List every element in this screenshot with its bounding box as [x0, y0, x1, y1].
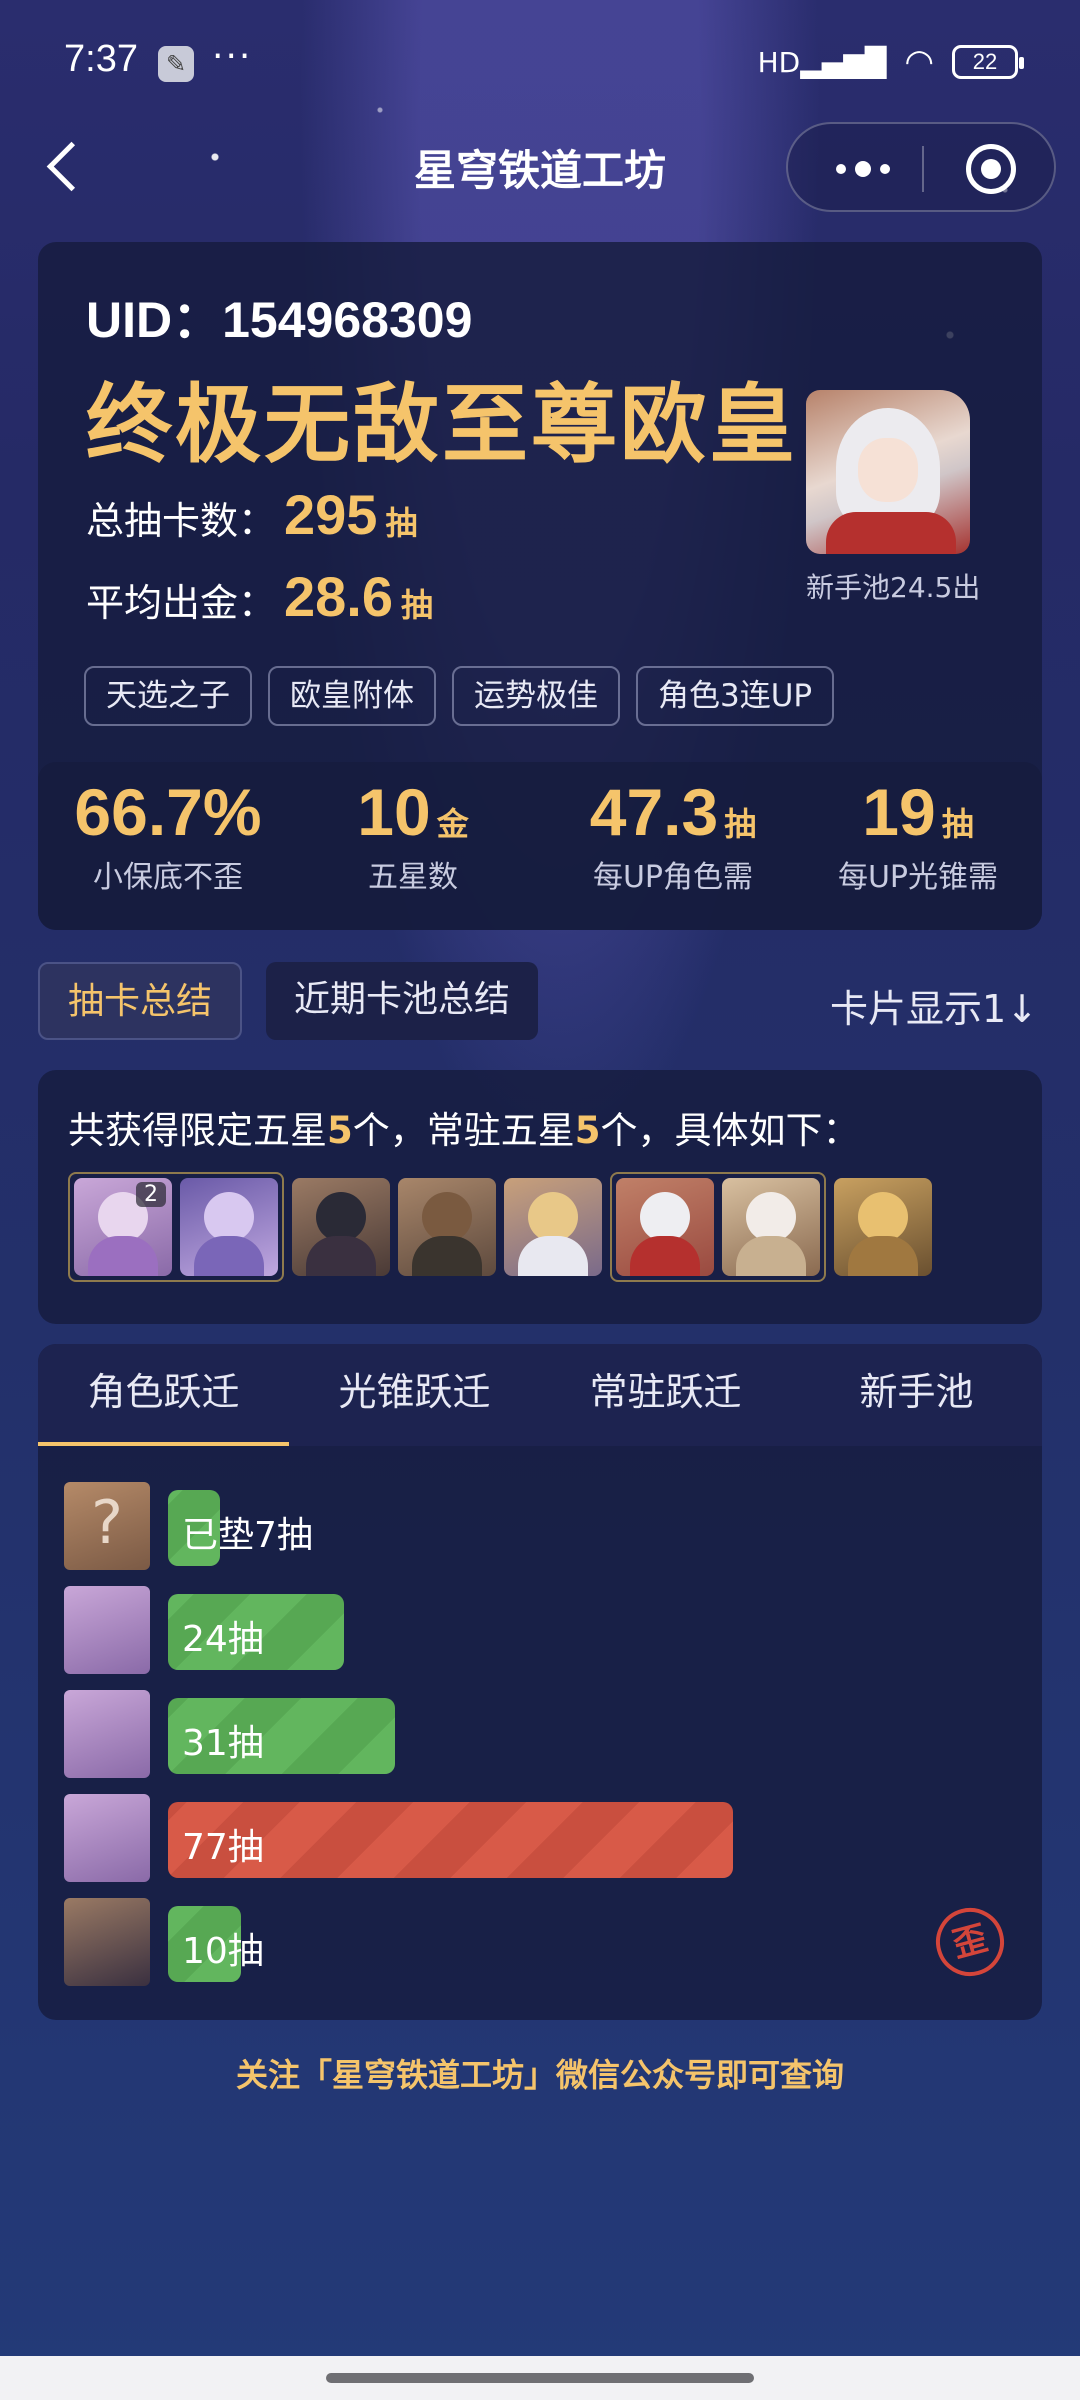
character-thumbnail[interactable]: 2 [74, 1178, 172, 1276]
status-indicators: HD▂▄▆█ ◠ 22 [757, 42, 1024, 82]
lightcone-thumbnail[interactable] [180, 1178, 278, 1276]
tab-lightcone-warp[interactable]: 光锥跃迁 [289, 1344, 540, 1446]
pull-count-label: 77抽 [182, 1827, 264, 1868]
avg-pulls-label: 平均出金： [86, 581, 277, 625]
character-avatar [64, 1586, 150, 1674]
five-star-summary-card: 共获得限定五星5个，常驻五星5个，具体如下： 2 [38, 1070, 1042, 1324]
character-thumbnail[interactable] [504, 1178, 602, 1276]
close-target-icon[interactable] [966, 144, 1016, 194]
character-avatar [64, 1898, 150, 1986]
character-thumbnail[interactable] [616, 1178, 714, 1276]
total-pulls-label: 总抽卡数： [86, 499, 277, 543]
avg-pulls-unit: 抽 [401, 586, 434, 624]
more-options-icon[interactable] [818, 144, 908, 194]
capsule-divider [922, 146, 924, 192]
tab-pull-summary[interactable]: 抽卡总结 [38, 962, 243, 1040]
lightcone-thumbnail[interactable] [834, 1178, 932, 1276]
character-lightcone-group: 2 [68, 1172, 284, 1282]
battery-icon: 22 [952, 45, 1024, 79]
total-pulls-row: 总抽卡数： 295 抽 [86, 482, 417, 547]
footer-note: 关注「星穹铁道工坊」微信公众号即可查询 [235, 2056, 844, 2094]
character-avatar [64, 1794, 150, 1882]
question-mark-icon: ? [91, 1488, 123, 1558]
eidolon-badge: 2 [136, 1182, 166, 1207]
warp-tab-bar: 角色跃迁 光锥跃迁 常驻跃迁 新手池 [38, 1344, 1042, 1446]
signal-icon: HD▂▄▆█ [757, 45, 887, 79]
total-pulls-value: 295 [284, 483, 378, 546]
character-avatar [64, 1690, 150, 1778]
five-star-icon-row: 2 [68, 1172, 932, 1282]
newbie-caption: 新手池24.5出 [806, 571, 981, 604]
avg-pulls-value: 28.6 [284, 565, 394, 628]
metrics-card: 66.7% 小保底不歪 10 金 五星数 47.3 抽 每UP角色需 19 抽 每UP… [38, 762, 1042, 930]
avg-pulls-row: 平均出金： 28.6 抽 [86, 564, 433, 629]
status-time: 7:37 [64, 38, 138, 80]
character-lightcone-group [610, 1172, 826, 1282]
tag-list: 天选之子 欧皇附体 运势极佳 角色3连UP [84, 666, 835, 726]
tab-beginner-warp[interactable]: 新手池 [791, 1344, 1042, 1446]
uid-text: UID：154968309 [86, 292, 473, 348]
tab-recent-banners[interactable]: 近期卡池总结 [266, 962, 539, 1040]
metric-per-up-character: 47.3 抽 每UP角色需 [589, 775, 757, 895]
more-notifications-icon: ··· [212, 36, 253, 77]
tag-item: 角色3连UP [636, 666, 835, 726]
tag-item: 天选之子 [84, 666, 252, 726]
total-pulls-unit: 抽 [385, 504, 418, 542]
warp-stats-card: 角色跃迁 光锥跃迁 常驻跃迁 新手池 ? 已垫7抽 24抽 31抽 77抽 10… [38, 1344, 1042, 2020]
tab-standard-warp[interactable]: 常驻跃迁 [540, 1344, 791, 1446]
newbie-character-avatar [806, 390, 970, 554]
wifi-icon: ◠ [904, 42, 934, 82]
metric-no-lose: 66.7% 小保底不歪 [74, 775, 262, 895]
wrench-icon: ✎ [158, 46, 194, 82]
rank-title: 终极无敌至尊欧皇 [86, 375, 798, 475]
pull-count-label: 24抽 [182, 1619, 264, 1660]
card-display-toggle[interactable]: 卡片显示1↓ [830, 978, 1038, 1033]
tag-item: 运势极佳 [452, 666, 620, 726]
five-star-summary-text: 共获得限定五星5个，常驻五星5个，具体如下： [68, 1109, 860, 1152]
pull-count-label: 已垫7抽 [182, 1515, 313, 1556]
tag-item: 欧皇附体 [268, 666, 436, 726]
pull-count-label: 10抽 [182, 1931, 264, 1972]
character-thumbnail[interactable] [398, 1178, 496, 1276]
character-thumbnail[interactable] [292, 1178, 390, 1276]
metric-per-up-lightcone: 19 抽 每UP光锥需 [837, 775, 999, 895]
mini-program-capsule [786, 122, 1056, 212]
lightcone-thumbnail[interactable] [722, 1178, 820, 1276]
pull-count-label: 31抽 [182, 1723, 264, 1764]
unknown-character-avatar: ? [64, 1482, 150, 1570]
status-bar: 7:37 ✎ ··· HD▂▄▆█ ◠ 22 [0, 0, 1080, 120]
tab-character-warp[interactable]: 角色跃迁 [38, 1344, 289, 1446]
home-indicator-bar[interactable] [326, 2373, 754, 2383]
metric-five-star-count: 10 金 五星数 [357, 775, 469, 895]
